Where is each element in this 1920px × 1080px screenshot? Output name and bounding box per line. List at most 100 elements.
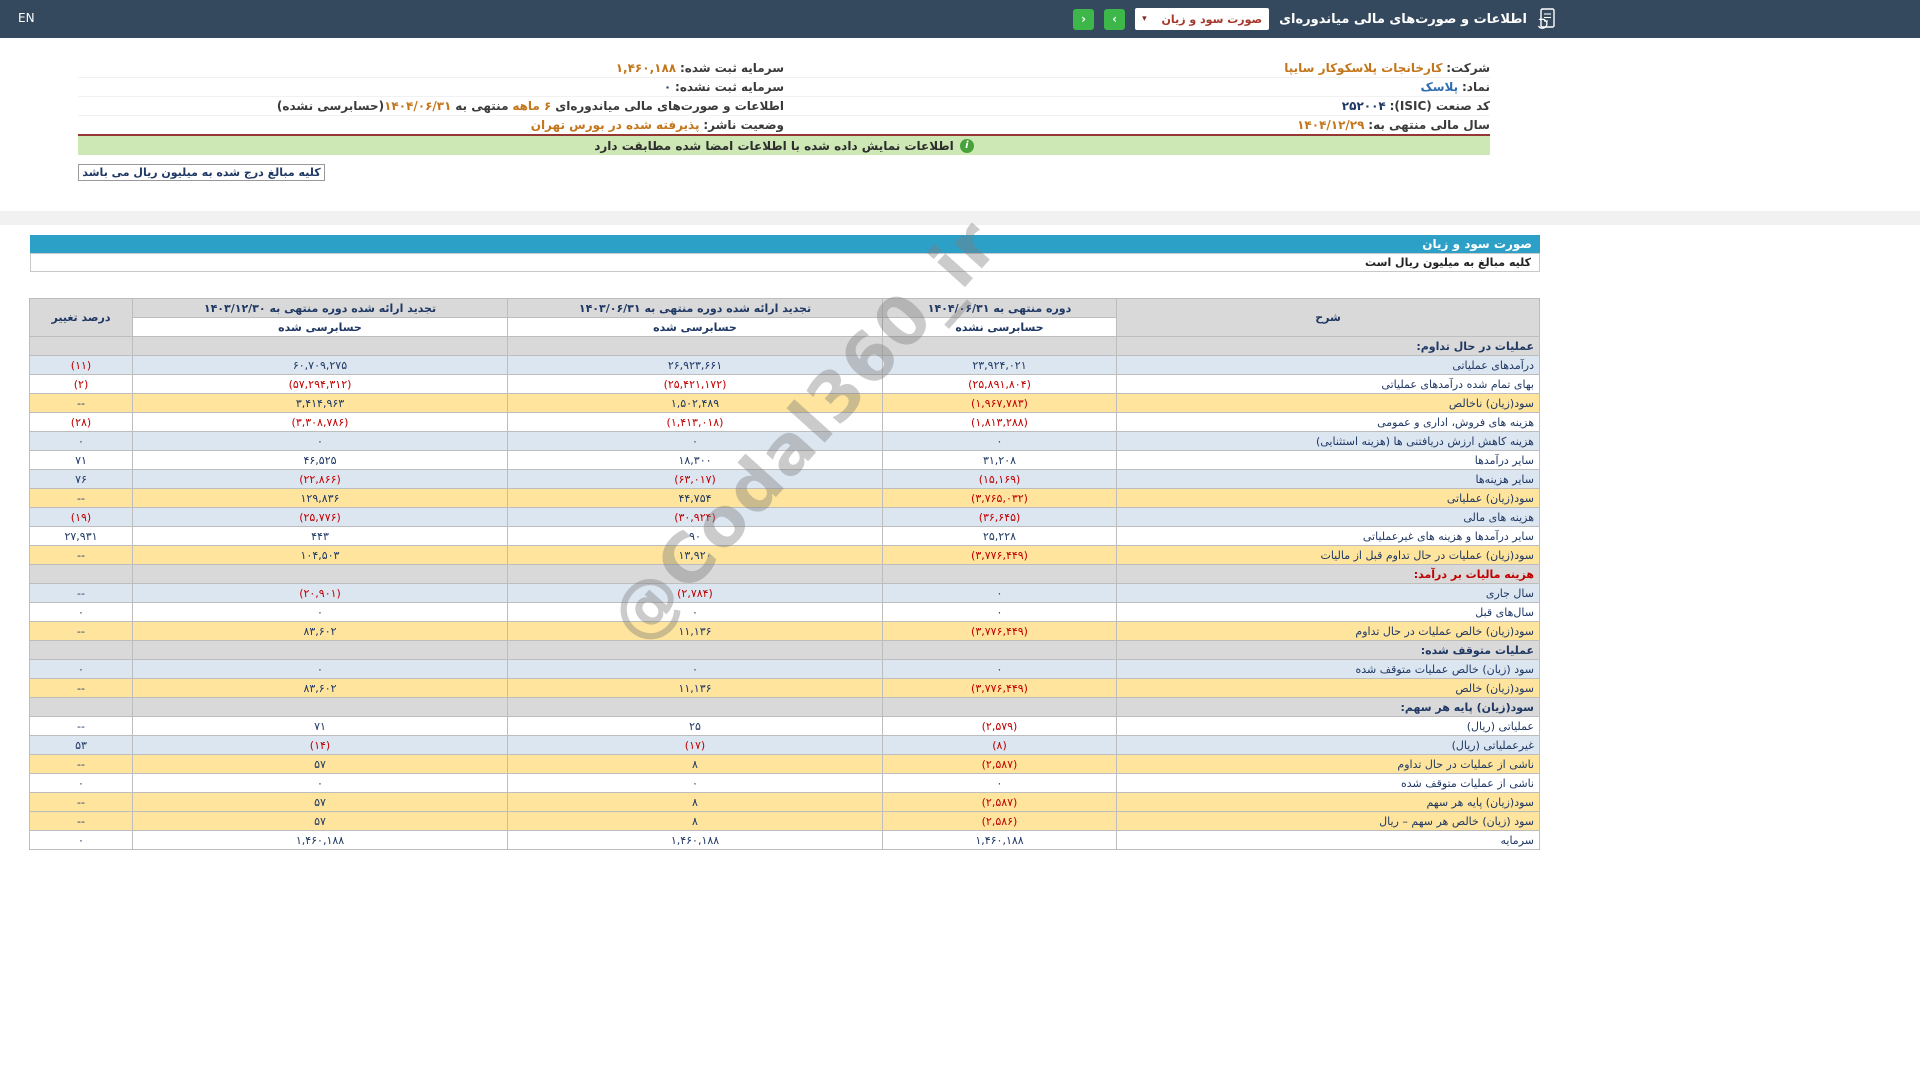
row-label: سود(زیان) عملیات در حال تداوم قبل از مال… [1116, 545, 1540, 565]
value-annual: ۸۳,۶۰۲ [132, 678, 508, 698]
value-current: ۰ [882, 602, 1117, 622]
banner-text: اطلاعات نمایش داده شده با اطلاعات امضا ش… [594, 138, 954, 153]
value-current: (۲,۵۸۶) [882, 811, 1117, 831]
value-pct: ۵۳ [29, 735, 133, 755]
symbol-value: پلاسک [1420, 80, 1459, 94]
row-label: درآمدهای عملیاتی [1116, 355, 1540, 375]
value-pct: -- [29, 811, 133, 831]
company-name-link[interactable]: کارخانجات پلاسکوکار سایپا [1284, 61, 1442, 75]
table-row: سود (زیان) خالص هر سهم – ریال (۲,۵۸۶) ۸ ۵۷-… [29, 811, 1540, 831]
value-annual: (۳,۳۰۸,۷۸۶) [132, 412, 508, 432]
value-pct: ۷۱ [29, 450, 133, 470]
unit-note-box: کلیه مبالغ درج شده به میلیون ریال می باش… [78, 164, 325, 181]
top-navigation-bar: اطلاعات و صورت‌های مالی میاندوره‌ای صورت… [0, 0, 1920, 38]
info-isic: کد صنعت (ISIC): ۲۵۲۰۰۴ [784, 99, 1490, 113]
statement-unit-row: کلیه مبالغ به میلیون ریال است [30, 253, 1540, 272]
value-current: (۲,۵۸۷) [882, 792, 1117, 812]
value-current: ۰ [882, 431, 1117, 451]
value-annual: ۴۴۳ [132, 526, 508, 546]
value-pct: -- [29, 621, 133, 641]
company-label: شرکت: [1446, 60, 1490, 75]
isic-label: کد صنعت (ISIC): [1389, 99, 1490, 113]
column-header-description: شرح [1116, 298, 1540, 337]
table-row: ناشی از عملیات در حال تداوم (۲,۵۸۷) ۸ ۵۷ -- [29, 754, 1540, 774]
statement-type-select[interactable]: صورت سود و زیان ▾ [1135, 8, 1270, 30]
value-pct: -- [29, 716, 133, 736]
row-label: سایر هزینه‌ها [1116, 469, 1540, 489]
prev-statement-button[interactable]: ‹ [1104, 8, 1126, 30]
value-annual: (۵۷,۲۹۴,۳۱۲) [132, 374, 508, 394]
row-label: سال جاری [1116, 583, 1540, 603]
value-annual: ۰ [132, 773, 508, 793]
section-empty-cell [507, 564, 883, 584]
row-label: بهای تمام شده درآمدهای عملیاتی [1116, 374, 1540, 394]
period-length: ۶ ماهه [512, 99, 552, 113]
row-label: سود(زیان) پایه هر سهم [1116, 792, 1540, 812]
value-current: (۱,۹۶۷,۷۸۳) [882, 393, 1117, 413]
row-label: سایر درآمدها [1116, 450, 1540, 470]
next-statement-button[interactable]: › [1073, 8, 1095, 30]
registered-capital-label: سرمایه ثبت شده: [679, 60, 784, 75]
value-pct: ۰ [29, 830, 133, 850]
value-restated6: ۱,۵۰۲,۴۸۹ [507, 393, 883, 413]
financial-statements-icon [1537, 7, 1557, 31]
value-pct: (۱۱) [29, 355, 133, 375]
section-empty-cell [132, 697, 508, 717]
value-pct: (۱۹) [29, 507, 133, 527]
table-row: سود(زیان) عملیاتی (۳,۷۶۵,۰۳۲) ۴۴,۷۵۴ ۱۲۹,۸۳… [29, 488, 1540, 508]
info-row-2: نماد: پلاسک سرمایه ثبت نشده: ۰ [78, 77, 1490, 96]
table-row: غیرعملیاتی (ریال) (۸) (۱۷) (۱۴) ۵۳ [29, 735, 1540, 755]
table-row: بهای تمام شده درآمدهای عملیاتی (۲۵,۸۹۱,۸۰… [29, 374, 1540, 394]
value-pct: (۲۸) [29, 412, 133, 432]
value-restated6: ۱۳,۹۲۰ [507, 545, 883, 565]
value-annual: (۲۵,۷۷۶) [132, 507, 508, 527]
company-info-table: شرکت: کارخانجات پلاسکوکار سایپا سرمایه ث… [78, 58, 1490, 136]
section-empty-cell [29, 336, 133, 356]
value-current: (۳,۷۶۵,۰۳۲) [882, 488, 1117, 508]
section-empty-cell [507, 640, 883, 660]
section-empty-cell [882, 697, 1117, 717]
value-current: ۱,۴۶۰,۱۸۸ [882, 830, 1117, 850]
issuer-status-value: پذیرفته شده در بورس تهران [530, 118, 700, 132]
value-restated6: ۰ [507, 431, 883, 451]
value-current: ۰ [882, 773, 1117, 793]
value-current: (۱,۸۱۳,۲۸۸) [882, 412, 1117, 432]
row-label: ناشی از عملیات در حال تداوم [1116, 754, 1540, 774]
period-text-1: اطلاعات و صورت‌های مالی میاندوره‌ای [555, 99, 784, 113]
table-row: سود(زیان) خالص (۳,۷۷۶,۴۴۹) ۱۱,۱۳۶ ۸۳,۶۰۲ -- [29, 678, 1540, 698]
value-current: ۳۱,۲۰۸ [882, 450, 1117, 470]
value-annual: ۰ [132, 659, 508, 679]
value-pct: -- [29, 393, 133, 413]
table-row: سود(زیان) ناخالص (۱,۹۶۷,۷۸۳) ۱,۵۰۲,۴۸۹ ۳,۴۱… [29, 393, 1540, 413]
row-label: ناشی از عملیات متوقف شده [1116, 773, 1540, 793]
section-empty-cell [882, 564, 1117, 584]
value-current: (۸) [882, 735, 1117, 755]
unregistered-capital-label: سرمایه ثبت نشده: [675, 80, 784, 94]
value-pct: ۰ [29, 602, 133, 622]
value-pct: ۲۷,۹۳۱ [29, 526, 133, 546]
row-label: سال‌های قبل [1116, 602, 1540, 622]
value-annual: ۵۷ [132, 754, 508, 774]
info-registered-capital: سرمایه ثبت شده: ۱,۴۶۰,۱۸۸ [78, 61, 784, 75]
statement-table-body: عملیات در حال تداوم: درآمدهای عملیاتی ۲۳,۹… [29, 336, 1540, 850]
row-label: سایر درآمدها و هزینه های غیرعملیاتی [1116, 526, 1540, 546]
value-restated6: ۰ [507, 602, 883, 622]
value-pct: -- [29, 678, 133, 698]
value-current: ۰ [882, 583, 1117, 603]
value-restated6: (۲۵,۴۲۱,۱۷۲) [507, 374, 883, 394]
value-annual: ۱,۴۶۰,۱۸۸ [132, 830, 508, 850]
value-pct: -- [29, 545, 133, 565]
row-label: عملیاتی (ریال) [1116, 716, 1540, 736]
section-label: عملیات در حال تداوم: [1116, 336, 1540, 356]
value-pct: -- [29, 488, 133, 508]
section-label: سود(زیان) پایه هر سهم: [1116, 697, 1540, 717]
section-label: هزینه مالیات بر درآمد: [1116, 564, 1540, 584]
value-current: (۳,۷۷۶,۴۴۹) [882, 545, 1117, 565]
value-pct: -- [29, 754, 133, 774]
info-issuer-status: وضعیت ناشر: پذیرفته شده در بورس تهران [78, 118, 784, 132]
row-label: سود(زیان) خالص [1116, 678, 1540, 698]
section-empty-cell [29, 640, 133, 660]
language-toggle-en[interactable]: EN [18, 11, 35, 25]
row-label: سرمایه [1116, 830, 1540, 850]
row-label: هزینه های فروش، اداری و عمومی [1116, 412, 1540, 432]
